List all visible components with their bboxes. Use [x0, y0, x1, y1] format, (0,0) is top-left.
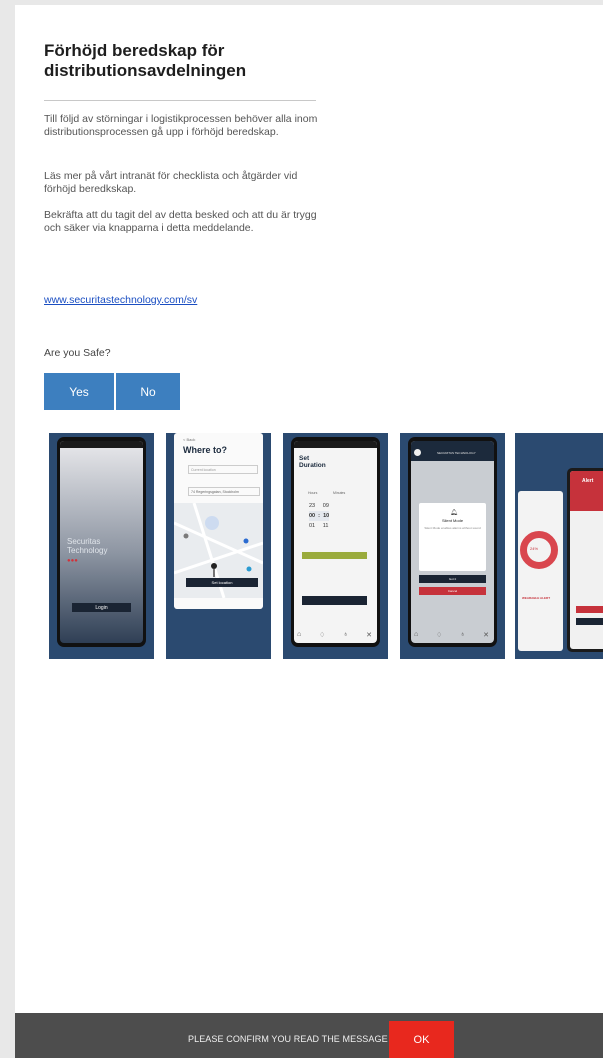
- dialog-text: Silent Mode enables alarms without sound: [424, 526, 481, 530]
- paragraph-3: Bekräfta att du tagit del av detta beske…: [44, 209, 317, 234]
- phone-frame: < Back Where to? Current location 74 Reg…: [174, 433, 263, 609]
- app-screenshot-duration: Set Duration Hours Minutes 23 09 00 : 10…: [283, 433, 388, 659]
- safety-question: Are you Safe?: [44, 347, 111, 359]
- phone-screen: < Back Where to? Current location 74 Reg…: [174, 433, 263, 609]
- duration-dark-button: [302, 596, 367, 605]
- title-divider: [44, 100, 316, 101]
- phone-frame-front: Alert: [567, 468, 603, 652]
- confirm-footer: PLEASE CONFIRM YOU READ THE MESSAGE OK: [15, 1013, 603, 1058]
- location-icon: ♁: [460, 631, 466, 638]
- duration-confirm-button: [302, 552, 367, 559]
- minute-value: 11: [322, 523, 329, 529]
- status-bar: [294, 441, 377, 448]
- home-icon: ⌂: [414, 631, 419, 638]
- minute-value-selected: 10: [323, 513, 330, 519]
- duration-title-1: Set: [299, 455, 310, 462]
- destination-field: 74 Regeringsgatan, Stockholm: [188, 487, 260, 496]
- status-bar: [60, 441, 143, 448]
- app-screenshot-login: Securitas Technology ●●● Login: [49, 433, 154, 659]
- message-title: Förhöjd beredskap för distributionsavdel…: [44, 41, 247, 80]
- wearable-alert-label: WEARABLE ALERT: [522, 596, 551, 600]
- brand-dots-icon: ●●●: [67, 558, 78, 564]
- bell-icon: 🔔︎: [450, 510, 458, 516]
- phone-frame: Securitas Technology ●●● Login: [57, 437, 146, 647]
- location-icon: ♁: [343, 631, 349, 638]
- bottom-nav-icons: ⌂ ♢ ♁ ✕: [414, 631, 489, 639]
- close-icon: ✕: [483, 632, 489, 639]
- brand-line-2: Technology: [67, 546, 108, 555]
- hour-value: 01: [309, 523, 316, 529]
- confirm-text: PLEASE CONFIRM YOU READ THE MESSAGE: [188, 1034, 388, 1044]
- minutes-label: Minutes: [333, 491, 346, 495]
- avatar-icon: [414, 449, 421, 456]
- app-screenshot-silent-mode: SECURITAS TECHNOLOGY 🔔︎ Silent Mode Sile…: [400, 433, 505, 659]
- duration-title-2: Duration: [299, 462, 326, 469]
- back-link: < Back: [183, 437, 196, 442]
- paragraph-1: Till följd av störningar i logistikproce…: [44, 113, 318, 138]
- bottom-nav-icons: ⌂ ♢ ♁ ✕: [297, 631, 372, 639]
- progress-ring: [520, 531, 558, 569]
- phone-frame: Set Duration Hours Minutes 23 09 00 : 10…: [291, 437, 380, 647]
- website-link[interactable]: www.securitastechnology.com/sv: [44, 294, 197, 306]
- hour-value: 23: [309, 503, 316, 509]
- dialog-cancel-button: Cancel: [419, 587, 486, 595]
- login-button: Login: [72, 603, 131, 612]
- where-to-title: Where to?: [183, 445, 227, 455]
- progress-percent: 24%: [530, 546, 539, 551]
- dialog-title: Silent Mode: [441, 518, 464, 523]
- home-icon: ⌂: [297, 631, 302, 638]
- set-location-button: Set location: [186, 578, 258, 587]
- app-header: SECURITAS TECHNOLOGY: [411, 441, 494, 461]
- message-sheet: Förhöjd beredskap för distributionsavdel…: [15, 5, 603, 1013]
- phone-frame: SECURITAS TECHNOLOGY 🔔︎ Silent Mode Sile…: [408, 437, 497, 647]
- dialog-primary-button: Got it: [419, 575, 486, 583]
- phone-frame-back: 24% WEARABLE ALERT: [518, 491, 563, 651]
- hour-value-selected: 00: [309, 513, 316, 519]
- shield-icon: ♢: [436, 632, 443, 639]
- app-screenshot-where-to: < Back Where to? Current location 74 Reg…: [166, 433, 271, 659]
- app-screenshot-alert: 24% WEARABLE ALERT Alert: [515, 433, 603, 659]
- shield-icon: ♢: [319, 632, 326, 639]
- alert-dark-button: [576, 618, 603, 625]
- ok-button[interactable]: OK: [389, 1021, 454, 1058]
- paragraph-2: Läs mer på vårt intranät för checklista …: [44, 170, 298, 195]
- phone-screen: Set Duration Hours Minutes 23 09 00 : 10…: [294, 441, 377, 643]
- alert-red-button: [576, 606, 603, 613]
- silent-mode-dialog: 🔔︎ Silent Mode Silent Mode enables alarm…: [419, 503, 486, 571]
- no-button[interactable]: No: [116, 373, 180, 410]
- minute-value: 09: [322, 503, 329, 509]
- alert-banner-title: Alert: [582, 478, 594, 484]
- alert-banner: Alert: [570, 471, 603, 511]
- hours-label: Hours: [308, 491, 318, 495]
- phone-screen: Securitas Technology ●●● Login: [60, 441, 143, 643]
- phone-screen: SECURITAS TECHNOLOGY 🔔︎ Silent Mode Sile…: [411, 441, 494, 643]
- start-field: Current location: [188, 465, 258, 474]
- close-icon: ✕: [366, 632, 372, 639]
- app-header-title: SECURITAS TECHNOLOGY: [437, 451, 476, 455]
- brand-line-1: Securitas: [67, 537, 101, 546]
- yes-button[interactable]: Yes: [44, 373, 114, 410]
